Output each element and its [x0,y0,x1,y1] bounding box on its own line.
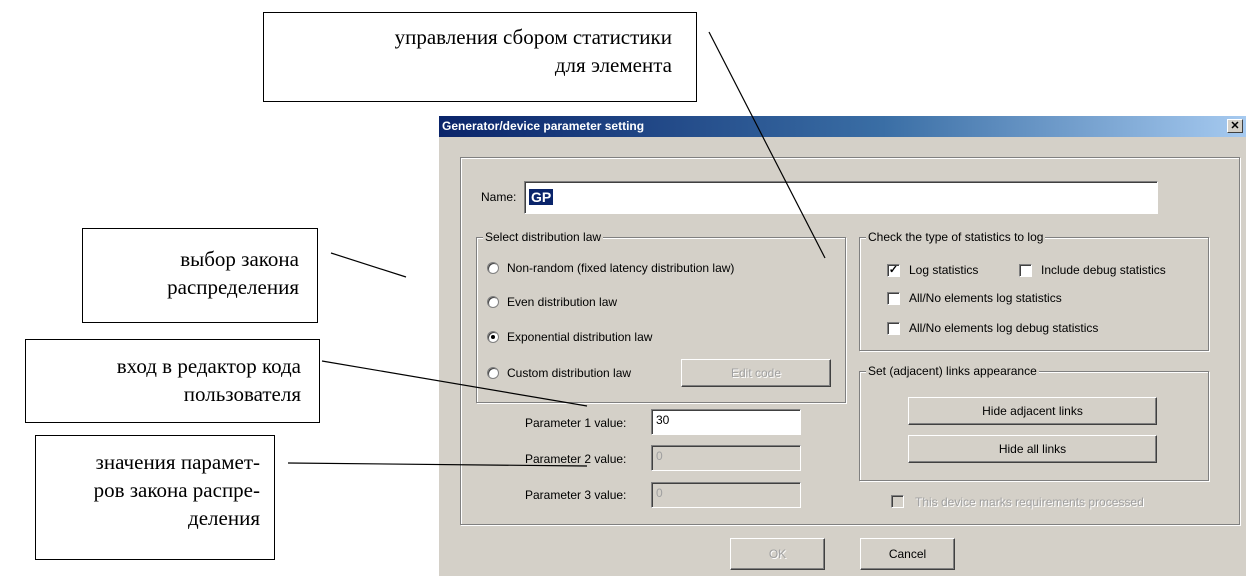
links-group-title: Set (adjacent) links appearance [866,364,1039,378]
name-input[interactable]: GP [524,181,1158,214]
close-icon[interactable]: ✕ [1227,119,1243,133]
param-3-label: Parameter 3 value: [525,488,627,502]
callout-params-line-3: деления [188,506,260,530]
dialog-titlebar: Generator/device parameter setting ✕ [439,116,1246,137]
hide-all-links-button[interactable]: Hide all links [908,435,1157,463]
param-1-label: Parameter 1 value: [525,416,627,430]
all-log-label[interactable]: All/No elements log statistics [909,291,1062,305]
radio-exponential[interactable] [487,331,499,343]
callout-law-line-2: распределения [167,275,299,299]
include-debug-checkbox[interactable] [1019,264,1032,277]
log-statistics-checkbox[interactable]: ✓ [887,264,900,277]
param-3-input[interactable]: 0 [651,482,801,508]
callout-parameter-values: значения парамет- ров закона распре- дел… [35,435,275,560]
distribution-group-title: Select distribution law [483,230,604,244]
radio-even[interactable] [487,296,499,308]
radio-even-label[interactable]: Even distribution law [507,295,617,309]
marks-processed-label[interactable]: This device marks requirements processed [915,495,1144,509]
name-label: Name: [481,190,517,204]
callout-editor-line-2: пользователя [183,382,301,406]
callout-statistics-line-2: для элемента [554,53,672,77]
all-debug-checkbox[interactable] [887,322,900,335]
radio-custom[interactable] [487,367,499,379]
param-2-input[interactable]: 0 [651,445,801,471]
dialog-title: Generator/device parameter setting [442,119,645,133]
log-statistics-label[interactable]: Log statistics [909,263,978,277]
param-2-label: Parameter 2 value: [525,452,627,466]
hide-adjacent-links-button[interactable]: Hide adjacent links [908,397,1157,425]
statistics-group-title: Check the type of statistics to log [866,230,1046,244]
radio-selected-dot [491,335,495,339]
leader-line-distribution [330,252,407,278]
radio-non-random[interactable] [487,262,499,274]
parameter-dialog: Generator/device parameter setting ✕ Nam… [438,115,1246,576]
links-group: Set (adjacent) links appearance [859,364,1209,481]
name-value: GP [529,189,554,205]
include-debug-label[interactable]: Include debug statistics [1041,263,1166,277]
all-debug-label[interactable]: All/No elements log debug statistics [909,321,1098,335]
callout-params-line-1: значения парамет- [95,450,260,474]
callout-code-editor: вход в редактор кода пользователя [25,339,320,423]
marks-processed-checkbox[interactable] [891,495,904,508]
callout-law-line-1: выбор закона [180,247,299,271]
radio-non-random-label[interactable]: Non-random (fixed latency distribution l… [507,261,734,275]
callout-statistics-line-1: управления сбором статистики [394,25,672,49]
radio-exponential-label[interactable]: Exponential distribution law [507,330,652,344]
all-log-checkbox[interactable] [887,292,900,305]
edit-code-button[interactable]: Edit code [681,359,831,387]
callout-params-line-2: ров закона распре- [93,478,260,502]
callout-statistics: управления сбором статистики для элемент… [263,12,697,102]
cancel-button[interactable]: Cancel [860,538,955,570]
radio-custom-label[interactable]: Custom distribution law [507,366,631,380]
ok-button[interactable]: OK [730,538,825,570]
callout-editor-line-1: вход в редактор кода [116,354,301,378]
callout-distribution-law: выбор закона распределения [82,228,318,323]
param-1-input[interactable]: 30 [651,409,801,435]
